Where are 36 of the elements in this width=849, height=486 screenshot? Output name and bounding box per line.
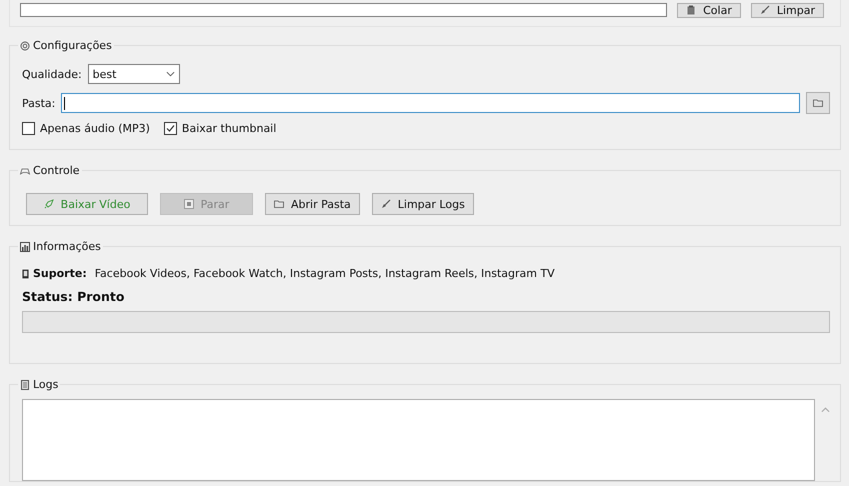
logs-title: Logs <box>18 378 60 391</box>
clipboard-icon <box>686 5 696 15</box>
control-title: Controle <box>18 164 82 177</box>
folder-icon <box>813 98 823 108</box>
checkbox[interactable] <box>164 122 177 135</box>
log-area[interactable] <box>22 399 815 481</box>
scroll-up-icon[interactable] <box>821 407 830 413</box>
control-button[interactable]: Limpar Logs <box>372 193 474 215</box>
rocket-icon <box>44 199 54 209</box>
quality-label: Qualidade: <box>22 68 82 80</box>
quality-dropdown[interactable]: best <box>88 64 180 84</box>
folder-icon <box>274 199 284 209</box>
top-button[interactable]: Colar <box>677 2 741 18</box>
settings-title: Configurações <box>18 39 114 52</box>
top-button[interactable]: Limpar <box>750 2 824 18</box>
folder-label: Pasta: <box>22 96 56 110</box>
support-label: Suporte: <box>33 267 87 280</box>
control-button[interactable]: Abrir Pasta <box>265 193 360 215</box>
checkbox-option[interactable]: Baixar thumbnail <box>164 122 276 135</box>
status-text: Status: Pronto <box>22 289 126 304</box>
broom-icon <box>380 199 391 209</box>
gear-icon <box>20 40 30 50</box>
folder-field[interactable] <box>61 93 800 113</box>
stop-icon <box>184 199 194 209</box>
support-list: Facebook Videos, Facebook Watch, Instagram Posts, Instagram Reels, Instagram TV <box>94 267 555 280</box>
checkbox[interactable] <box>22 122 35 135</box>
chart-icon <box>20 242 30 252</box>
info-title: Informações <box>18 240 103 253</box>
gamepad-icon <box>20 166 30 176</box>
url-field[interactable] <box>20 3 668 17</box>
phone-icon <box>22 268 29 278</box>
document-icon <box>20 380 30 390</box>
caret-icon <box>166 71 175 77</box>
browse-button[interactable] <box>806 92 830 114</box>
broom-icon <box>760 5 770 15</box>
checkbox-option[interactable]: Apenas áudio (MP3) <box>22 122 150 135</box>
